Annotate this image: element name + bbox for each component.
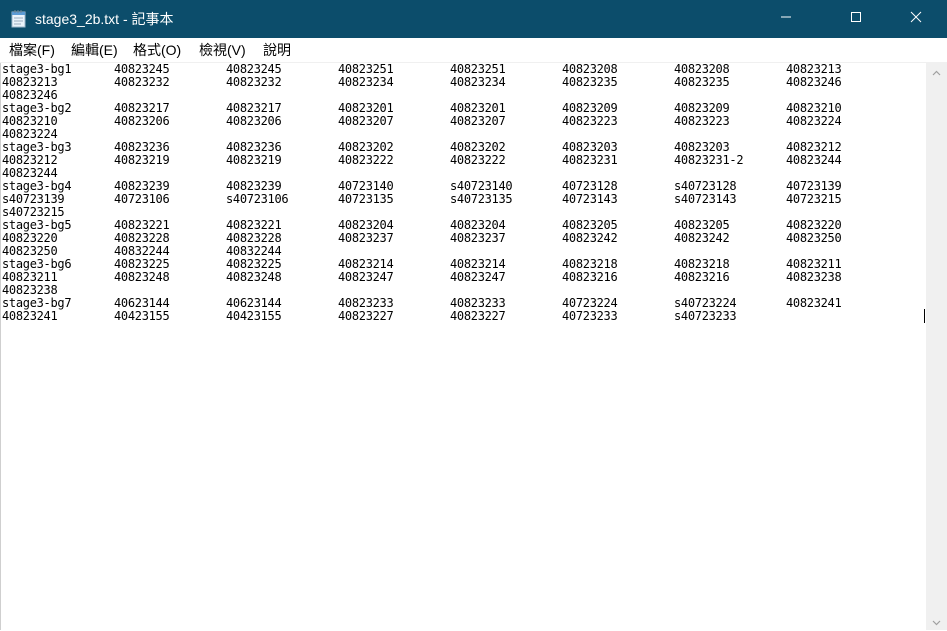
text-field: 40823232	[226, 75, 282, 89]
text-field: 40823235	[674, 75, 730, 89]
close-button[interactable]	[893, 0, 939, 38]
notepad-icon	[11, 10, 27, 28]
text-field: 40823238	[786, 270, 842, 284]
text-field: 40823231	[562, 153, 618, 167]
text-field: 40823224	[786, 114, 842, 128]
text-field: 40823241	[786, 296, 842, 310]
text-field: 40823219	[114, 153, 170, 167]
maximize-button[interactable]	[833, 0, 879, 38]
text-field: 40823219	[226, 153, 282, 167]
text-field: 40823206	[114, 114, 170, 128]
text-field: 40723135	[338, 192, 394, 206]
minimize-icon	[780, 10, 792, 28]
text-field: 40423155	[226, 309, 282, 323]
text-field: 40823222	[450, 153, 506, 167]
text-field: 40823250	[786, 231, 842, 245]
scroll-up-button[interactable]	[926, 63, 947, 80]
text-field: 40823234	[450, 75, 506, 89]
text-field: 40823242	[674, 231, 730, 245]
text-field: 40823234	[338, 75, 394, 89]
menu-file[interactable]: 檔案(F)	[9, 41, 55, 59]
text-field: s40723233	[674, 309, 737, 323]
menu-view[interactable]: 檢視(V)	[199, 41, 246, 59]
text-field: 40723143	[562, 192, 618, 206]
text-editor[interactable]: stage3-bg1 40823245 40823245 40823251 408232…	[0, 63, 927, 630]
text-field: s40723106	[226, 192, 289, 206]
text-field: s40723143	[674, 192, 737, 206]
text-field: 40823227	[338, 309, 394, 323]
text-field: 40723233	[562, 309, 618, 323]
text-field: 40823216	[562, 270, 618, 284]
minimize-button[interactable]	[763, 0, 809, 38]
text-field: 40823206	[226, 114, 282, 128]
text-field: 40723215	[786, 192, 842, 206]
menu-format[interactable]: 格式(O)	[133, 41, 181, 59]
text-field: 40823207	[450, 114, 506, 128]
text-field: 40823223	[674, 114, 730, 128]
text-field: 40823232	[114, 75, 170, 89]
window-title: stage3_2b.txt - 記事本	[35, 11, 174, 27]
text-field: 40823237	[338, 231, 394, 245]
text-line: s40723139 40723106 s40723106 40723135 s40723…	[2, 193, 922, 206]
close-icon	[910, 10, 922, 28]
text-field: 40823216	[674, 270, 730, 284]
text-field: 40823247	[450, 270, 506, 284]
text-field: 40823244	[786, 153, 842, 167]
menu-edit[interactable]: 編輯(E)	[71, 41, 118, 59]
text-line: 40823211 40823248 40823248 40823247 40823247…	[2, 271, 922, 284]
text-field: 40823237	[450, 231, 506, 245]
text-field: s40723135	[450, 192, 513, 206]
text-field: 40423155	[114, 309, 170, 323]
text-field: 40823248	[114, 270, 170, 284]
text-field: 40823227	[450, 309, 506, 323]
chevron-down-icon	[932, 613, 941, 631]
text-line: 40823212 40823219 40823219 40823222 40823222…	[2, 154, 922, 167]
menu-help[interactable]: 說明	[263, 41, 291, 59]
chevron-up-icon	[932, 63, 941, 81]
text-field: 40823247	[338, 270, 394, 284]
text-field: 40823248	[226, 270, 282, 284]
text-field: 40723106	[114, 192, 170, 206]
text-field: 40823222	[338, 153, 394, 167]
text-field: 40823207	[338, 114, 394, 128]
text-line: 40823210 40823206 40823206 40823207 40823207…	[2, 115, 922, 128]
scroll-track[interactable]	[930, 81, 943, 611]
text-content[interactable]: stage3-bg1 40823245 40823245 40823251 408232…	[2, 63, 922, 323]
title-bar[interactable]: stage3_2b.txt - 記事本	[0, 0, 947, 38]
vertical-scrollbar[interactable]	[926, 63, 947, 630]
text-line: 40823213 40823232 40823232 40823234 40823234…	[2, 76, 922, 89]
menu-bar: 檔案(F) 編輯(E) 格式(O) 檢視(V) 說明	[0, 38, 947, 63]
maximize-icon	[850, 10, 862, 28]
text-field: 40823235	[562, 75, 618, 89]
text-field: 40823242	[562, 231, 618, 245]
text-field: 40823246	[786, 75, 842, 89]
text-caret	[924, 309, 925, 323]
text-field: 40823241	[2, 309, 58, 323]
text-field: 40823223	[562, 114, 618, 128]
scroll-down-button[interactable]	[926, 613, 947, 630]
text-line: 40823241 40423155 40423155 40823227 40823227…	[2, 310, 922, 323]
text-field: 40823231-2	[674, 153, 744, 167]
